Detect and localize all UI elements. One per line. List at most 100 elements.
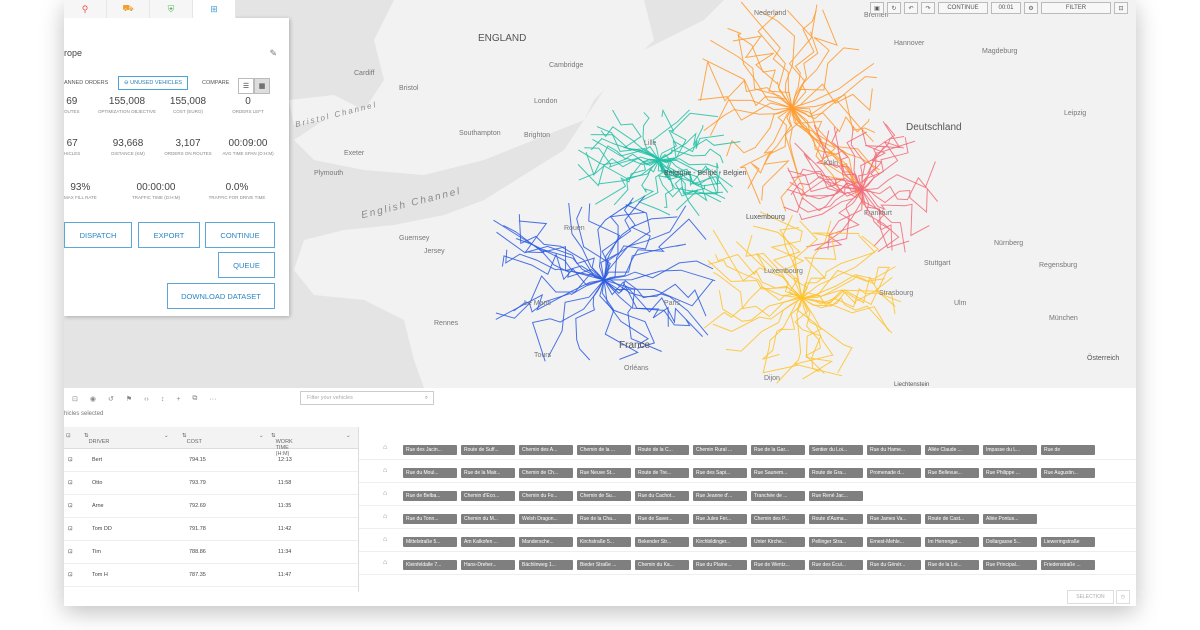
map-icon[interactable]: ⊞ bbox=[193, 0, 236, 18]
stop-chip[interactable]: Chemin des A... bbox=[519, 445, 573, 455]
eye-icon[interactable]: ◉ bbox=[90, 395, 96, 403]
filter-select[interactable]: FILTER bbox=[1041, 2, 1111, 14]
stop-chip[interactable]: Rue de la Mair... bbox=[461, 468, 515, 478]
stop-chip[interactable]: Rue du Hame... bbox=[867, 445, 921, 455]
planned-orders-tab[interactable]: ANNED ORDERS bbox=[64, 80, 108, 86]
stop-chip[interactable]: Kirchstraße 5... bbox=[577, 537, 631, 547]
stop-chip[interactable]: Kirchbildinger... bbox=[693, 537, 747, 547]
table-row[interactable]: ⊡ Bert 794.15 12:13 bbox=[64, 448, 358, 472]
stop-chip[interactable]: Rue de la Gar... bbox=[751, 445, 805, 455]
stop-chip[interactable]: Am Kalkofen ... bbox=[461, 537, 515, 547]
stop-chip[interactable]: Mandersche... bbox=[519, 537, 573, 547]
route-timeline[interactable]: ⌂ Rue des Jacin... Route de Suff... Chemin … bbox=[358, 427, 1136, 592]
stop-chip[interactable]: Chemin du Ka... bbox=[635, 560, 689, 570]
stop-chip[interactable]: Pellinger Stra... bbox=[809, 537, 863, 547]
continue-select[interactable]: CONTINUE bbox=[938, 2, 988, 14]
lock-icon[interactable]: ⊡ bbox=[68, 572, 73, 578]
stop-chip[interactable]: Chemin Rural ... bbox=[693, 445, 747, 455]
stop-chip[interactable]: Lieweringstraße bbox=[1041, 537, 1095, 547]
stop-chip[interactable]: Rue de Wentz... bbox=[751, 560, 805, 570]
lock-icon[interactable]: ⊡ bbox=[68, 503, 73, 509]
grid-icon[interactable]: ▦ bbox=[254, 78, 270, 94]
stop-chip[interactable]: Rue Principal... bbox=[983, 560, 1037, 570]
stop-chip[interactable]: Hans-Dreher... bbox=[461, 560, 515, 570]
vehicle-search-input[interactable]: Filter your vehicles ⌕ bbox=[300, 391, 434, 405]
stop-chip[interactable]: Rue du Génér... bbox=[867, 560, 921, 570]
more-icon[interactable]: ··· bbox=[209, 396, 216, 403]
unused-vehicles-tab[interactable]: ⊖ UNUSED VEHICLES bbox=[118, 76, 189, 90]
list-icon[interactable]: ☰ bbox=[238, 78, 254, 94]
stop-chip[interactable]: Rue Jeanne d'... bbox=[693, 491, 747, 501]
stop-chip[interactable]: Route d'Auma... bbox=[809, 514, 863, 524]
stop-chip[interactable]: Rue de la Loi... bbox=[925, 560, 979, 570]
refresh-icon[interactable]: ↻ bbox=[887, 2, 901, 14]
gear-icon[interactable]: ⚙ bbox=[1024, 2, 1038, 14]
export-button[interactable]: EXPORT bbox=[138, 222, 200, 248]
stop-chip[interactable]: Rue des Sapi... bbox=[693, 468, 747, 478]
selection-button[interactable]: SELECTION bbox=[1067, 590, 1114, 604]
save-icon[interactable]: ▣ bbox=[870, 2, 884, 14]
stop-chip[interactable]: Unter Kirche... bbox=[751, 537, 805, 547]
shield-icon[interactable]: ⛨ bbox=[150, 0, 193, 18]
stop-chip[interactable]: Allée Pontus... bbox=[983, 514, 1037, 524]
stop-chip[interactable]: Chemin du M... bbox=[461, 514, 515, 524]
stop-chip[interactable]: Rue du Cachot... bbox=[635, 491, 689, 501]
stop-chip[interactable]: Im Herrengar... bbox=[925, 537, 979, 547]
copy-icon[interactable]: ⧉ bbox=[192, 395, 197, 403]
stop-chip[interactable]: Chemin du Fo... bbox=[519, 491, 573, 501]
timeline-row[interactable]: ⌂ Rue du Moul... Rue de la Mair... Chemin d… bbox=[359, 459, 1136, 483]
lock-icon[interactable]: ⊡ bbox=[72, 395, 78, 403]
download-dataset-button[interactable]: DOWNLOAD DATASET bbox=[167, 283, 275, 309]
table-row[interactable]: ⊡ Tom DD 791.78 11:42 bbox=[64, 517, 358, 541]
edit-icon[interactable]: ✎ bbox=[269, 48, 277, 59]
stop-chip[interactable]: Ernest-Mehle... bbox=[867, 537, 921, 547]
stop-chip[interactable]: Rue du Tonn... bbox=[403, 514, 457, 524]
timeline-row[interactable]: ⌂ Rue de Belba... Chemin d'Eco... Chemin du… bbox=[359, 482, 1136, 506]
stop-chip[interactable]: Friedenstraße ... bbox=[1041, 560, 1095, 570]
stop-chip[interactable]: Rue Bellevue... bbox=[925, 468, 979, 478]
stop-chip[interactable]: Route de Suff... bbox=[461, 445, 515, 455]
stop-chip[interactable]: Mittelstraße 5... bbox=[403, 537, 457, 547]
undo-icon[interactable]: ↶ bbox=[904, 2, 918, 14]
stop-chip[interactable]: Rue René Jac... bbox=[809, 491, 863, 501]
stop-chip[interactable]: Rue James Va... bbox=[867, 514, 921, 524]
chevron-down-icon[interactable]: ⌄ bbox=[346, 433, 351, 439]
lock-icon[interactable]: ⊡ bbox=[68, 480, 73, 486]
continue-button[interactable]: CONTINUE bbox=[205, 222, 275, 248]
stop-chip[interactable]: Bieder Straße ... bbox=[577, 560, 631, 570]
stop-chip[interactable]: Rue de la Cha... bbox=[577, 514, 631, 524]
add-icon[interactable]: + bbox=[176, 396, 180, 403]
stop-chip[interactable]: Tranchée de ... bbox=[751, 491, 805, 501]
stop-chip[interactable]: Rue de bbox=[1041, 445, 1095, 455]
cost-column-header[interactable]: ⇅ COST bbox=[182, 433, 202, 445]
stop-chip[interactable]: Allée Claude ... bbox=[925, 445, 979, 455]
stop-chip[interactable]: Sentier du Loi... bbox=[809, 445, 863, 455]
stop-chip[interactable]: Rue Saunem... bbox=[751, 468, 805, 478]
expand-icon[interactable]: ↕ bbox=[161, 396, 165, 403]
stop-chip[interactable]: Chemin de Su... bbox=[577, 491, 631, 501]
driver-column-header[interactable]: ⇅ DRIVER bbox=[84, 433, 109, 445]
lock-icon[interactable]: ⊡ bbox=[1114, 2, 1128, 14]
stop-chip[interactable]: Dollargasse 5... bbox=[983, 537, 1037, 547]
queue-button[interactable]: QUEUE bbox=[218, 252, 275, 278]
stop-chip[interactable]: Rue Augustin... bbox=[1041, 468, 1095, 478]
table-row[interactable]: ⊡ Tim 788.86 11:34 bbox=[64, 540, 358, 564]
stop-chip[interactable]: Chemin des P... bbox=[751, 514, 805, 524]
pin-icon[interactable]: ⚲ bbox=[64, 0, 107, 18]
truck-icon[interactable]: ⛟ bbox=[107, 0, 150, 18]
stop-chip[interactable]: Rue du Moul... bbox=[403, 468, 457, 478]
time-field[interactable]: 00:01 bbox=[991, 2, 1021, 14]
stop-chip[interactable]: Promenade d... bbox=[867, 468, 921, 478]
stop-chip[interactable]: Rue Jules Fer... bbox=[693, 514, 747, 524]
stop-chip[interactable]: Rue du Plaine... bbox=[693, 560, 747, 570]
lock-icon[interactable]: ⊡ bbox=[68, 457, 73, 463]
stop-chip[interactable]: Chemin d'Eco... bbox=[461, 491, 515, 501]
code-icon[interactable]: ‹› bbox=[144, 396, 149, 403]
stop-chip[interactable]: Impasse du L... bbox=[983, 445, 1037, 455]
timeline-row[interactable]: ⌂ Mittelstraße 5... Am Kalkofen ... Manders… bbox=[359, 528, 1136, 552]
stop-chip[interactable]: Rue Neuve St... bbox=[577, 468, 631, 478]
compare-tab[interactable]: COMPARE bbox=[202, 80, 229, 86]
stop-chip[interactable]: Rue Philippe ... bbox=[983, 468, 1037, 478]
table-row[interactable]: ⊡ Arne 792.69 11:35 bbox=[64, 494, 358, 518]
stop-chip[interactable]: Kleinfeldalle 7... bbox=[403, 560, 457, 570]
